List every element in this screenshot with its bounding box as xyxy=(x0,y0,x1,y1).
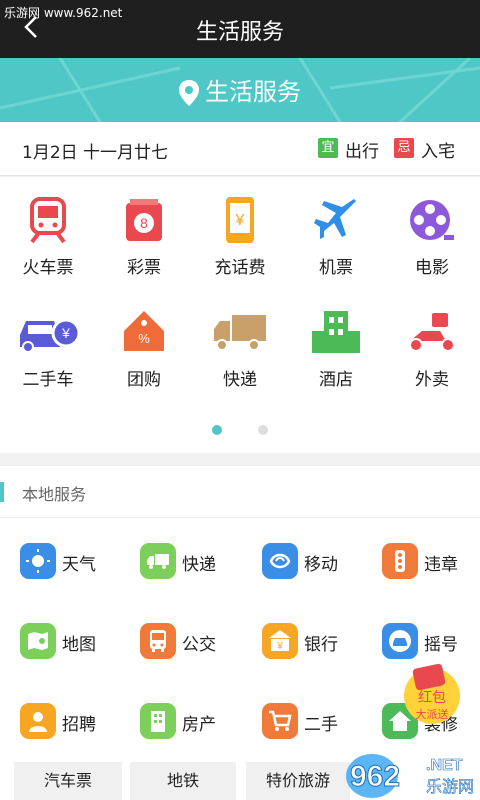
lunar-date: 1月2日 十一月廿七 xyxy=(22,143,169,163)
scooter-icon xyxy=(409,313,455,352)
local-item-label: 地图 xyxy=(62,635,96,655)
tag-coach-ticket[interactable]: 汽车票 xyxy=(14,762,122,800)
page-title: 生活服务 xyxy=(195,20,284,45)
hotel-icon xyxy=(312,311,360,353)
grid-item-flight[interactable]: 机票 xyxy=(288,177,384,287)
pager-dots xyxy=(0,420,480,439)
logo-sub: 乐游网 xyxy=(426,777,474,796)
local-item-label: 房产 xyxy=(182,715,216,735)
svg-text:8: 8 xyxy=(140,215,148,231)
building-icon xyxy=(151,711,165,732)
svg-text:¥: ¥ xyxy=(235,212,245,229)
grid-item-label: 快递 xyxy=(223,370,257,390)
ji-badge: 忌 xyxy=(394,138,414,158)
local-item-label: 移动 xyxy=(304,555,338,575)
yi-badge: 宜 xyxy=(318,138,338,158)
location-pin-icon xyxy=(179,80,199,106)
logo-domain: .NET xyxy=(426,757,463,774)
promo-line-1: 红包 xyxy=(418,690,446,706)
red-packet-promo-icon[interactable]: 红包 大派送 xyxy=(400,660,464,730)
cart-icon xyxy=(269,710,292,731)
person-icon xyxy=(29,712,47,732)
film-reel-icon xyxy=(410,200,454,240)
grid-item-express[interactable]: 快递 xyxy=(192,289,288,399)
grid-item-label: 电影 xyxy=(415,258,449,278)
lottery-icon: 8 xyxy=(126,199,162,241)
section-header: 本地服务 xyxy=(0,466,480,518)
grid-item-label: 团购 xyxy=(127,370,161,390)
grid-item-label: 彩票 xyxy=(127,258,161,278)
local-item-label: 天气 xyxy=(62,555,96,575)
grid-item-train[interactable]: 火车票 xyxy=(0,177,96,287)
site-logo: 962 .NET 乐游网 xyxy=(346,754,474,798)
truck-icon xyxy=(147,554,169,569)
pager-dot-1[interactable] xyxy=(212,425,222,435)
yi-text: 出行 xyxy=(345,142,379,162)
svg-text:¥: ¥ xyxy=(276,641,283,652)
car-icon xyxy=(389,630,411,652)
local-item-label: 招聘 xyxy=(62,715,96,735)
top-app-bar: 乐游网 www.962.net 生活服务 xyxy=(0,0,480,58)
logo-number: 962 xyxy=(350,760,400,793)
banner-label: 生活服务 xyxy=(205,78,301,106)
train-icon xyxy=(30,197,66,243)
grid-item-label: 火车票 xyxy=(22,258,74,278)
local-item-label: 快递 xyxy=(182,555,216,575)
service-grid: 火车票 8 彩票 ¥ 充话费 机票 电影 ¥ 二手车 % 团购 快递 酒店 外卖 xyxy=(0,177,480,453)
calendar-row: 1月2日 十一月廿七 宜 出行 忌 入宅 xyxy=(0,122,480,176)
sun-icon xyxy=(26,549,50,573)
svg-text:%: % xyxy=(138,331,150,346)
grid-item-label: 机票 xyxy=(319,258,353,278)
grid-item-label: 外卖 xyxy=(415,370,449,390)
grid-item-label: 二手车 xyxy=(22,370,74,390)
ji-text: 入宅 xyxy=(421,142,455,162)
discount-tag-icon: % xyxy=(124,311,164,351)
promo-line-2: 大派送 xyxy=(416,707,449,721)
grid-item-label: 酒店 xyxy=(319,370,353,390)
china-mobile-icon xyxy=(269,553,291,569)
plane-icon xyxy=(314,199,356,239)
map-icon xyxy=(28,632,48,650)
grid-item-lottery[interactable]: 8 彩票 xyxy=(96,177,192,287)
grid-item-recharge[interactable]: ¥ 充话费 xyxy=(192,177,288,287)
local-item-label: 二手 xyxy=(304,715,338,735)
section-accent-bar xyxy=(0,482,4,502)
grid-item-used-car[interactable]: ¥ 二手车 xyxy=(0,289,96,399)
local-item-label: 银行 xyxy=(304,635,338,655)
grid-item-movie[interactable]: 电影 xyxy=(384,177,480,287)
local-item-label: 公交 xyxy=(182,635,216,655)
truck-icon xyxy=(214,315,266,351)
phone-recharge-icon: ¥ xyxy=(226,197,254,243)
used-car-icon: ¥ xyxy=(20,318,80,353)
bank-icon: ¥ xyxy=(269,630,291,652)
grid-item-group-buy[interactable]: % 团购 xyxy=(96,289,192,399)
grid-item-takeout[interactable]: 外卖 xyxy=(384,289,480,399)
pager-dot-2[interactable] xyxy=(258,425,268,435)
section-title: 本地服务 xyxy=(22,485,87,504)
local-item-label: 摇号 xyxy=(424,635,458,655)
svg-text:¥: ¥ xyxy=(61,325,70,341)
grid-item-hotel[interactable]: 酒店 xyxy=(288,289,384,399)
bus-icon xyxy=(150,630,166,652)
tag-travel-deals[interactable]: 特价旅游 xyxy=(246,762,350,800)
local-item-label: 违章 xyxy=(424,555,458,575)
tag-metro[interactable]: 地铁 xyxy=(130,762,236,800)
grid-item-label: 充话费 xyxy=(214,258,266,278)
location-banner: 生活服务 xyxy=(0,58,480,122)
traffic-light-icon xyxy=(395,550,405,572)
